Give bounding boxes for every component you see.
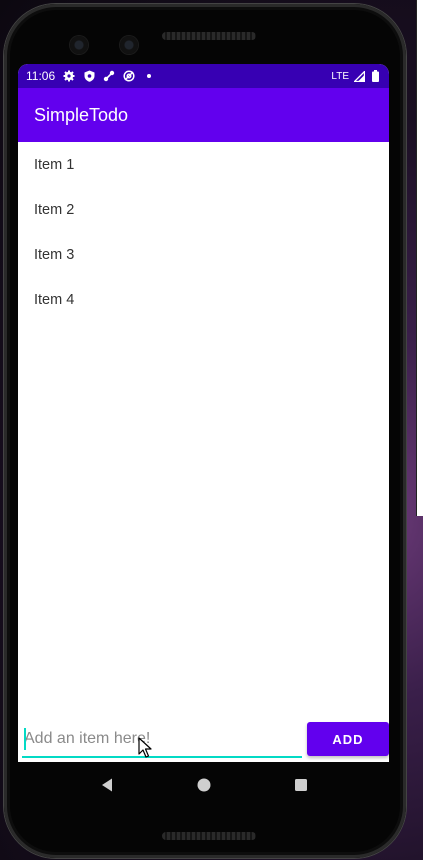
background-window-edge	[416, 0, 423, 516]
list-item[interactable]: Item 3	[18, 232, 389, 277]
app-title: SimpleTodo	[34, 104, 129, 125]
home-icon[interactable]	[184, 765, 224, 805]
settings-icon	[63, 70, 75, 82]
text-caret	[24, 728, 26, 750]
add-item-row: ADD	[18, 718, 389, 762]
list-item[interactable]: Item 2	[18, 187, 389, 232]
earpiece-speaker	[162, 32, 256, 40]
recents-icon[interactable]	[281, 765, 321, 805]
add-item-field-wrapper	[22, 722, 304, 758]
add-item-input[interactable]	[22, 722, 304, 756]
list-item[interactable]: Item 1	[18, 142, 389, 187]
app-bar: SimpleTodo	[18, 88, 389, 142]
app-screen: 11:06 LTE SimpleTodo Item 1 Item 2 Item …	[18, 64, 389, 762]
system-nav-bar	[18, 762, 389, 808]
front-camera	[70, 36, 88, 54]
shield-icon	[83, 70, 95, 82]
bottom-speaker	[162, 832, 256, 840]
battery-icon	[369, 70, 381, 82]
back-icon[interactable]	[87, 765, 127, 805]
todo-list: Item 1 Item 2 Item 3 Item 4	[18, 142, 389, 322]
status-time: 11:06	[26, 69, 56, 83]
key-icon	[103, 70, 115, 82]
at-sign-icon	[123, 70, 135, 82]
signal-icon	[353, 70, 365, 82]
add-button[interactable]: ADD	[307, 722, 389, 756]
front-sensor	[120, 36, 138, 54]
status-bar: 11:06 LTE	[18, 64, 389, 88]
mouse-pointer-icon	[138, 737, 152, 764]
list-item[interactable]: Item 4	[18, 277, 389, 322]
network-type: LTE	[331, 70, 349, 82]
dot-icon	[143, 70, 155, 82]
